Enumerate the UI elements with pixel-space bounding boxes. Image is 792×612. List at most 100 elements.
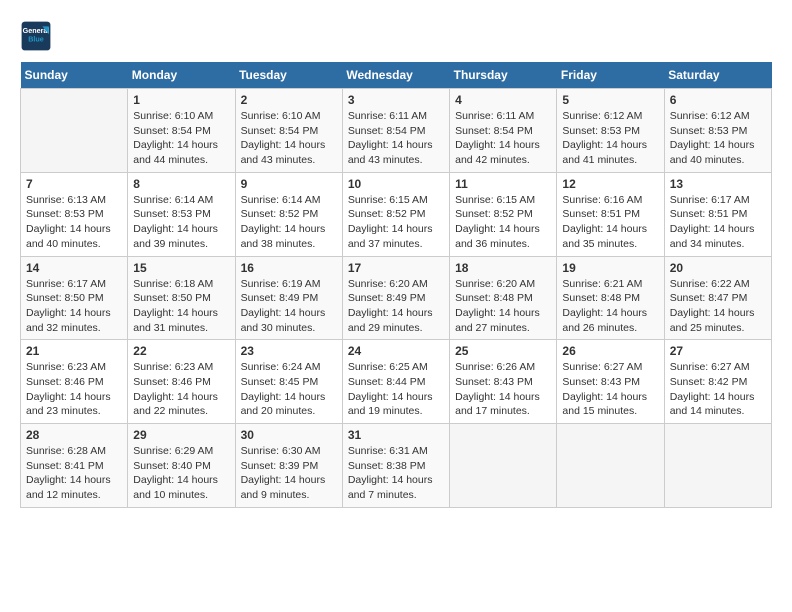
day-number: 15 xyxy=(133,261,229,275)
day-info: Sunrise: 6:25 AMSunset: 8:44 PMDaylight:… xyxy=(348,360,444,419)
day-number: 8 xyxy=(133,177,229,191)
week-row-2: 7Sunrise: 6:13 AMSunset: 8:53 PMDaylight… xyxy=(21,172,772,256)
day-info: Sunrise: 6:19 AMSunset: 8:49 PMDaylight:… xyxy=(241,277,337,336)
week-row-5: 28Sunrise: 6:28 AMSunset: 8:41 PMDayligh… xyxy=(21,424,772,508)
day-info: Sunrise: 6:20 AMSunset: 8:49 PMDaylight:… xyxy=(348,277,444,336)
day-number: 16 xyxy=(241,261,337,275)
day-info: Sunrise: 6:17 AMSunset: 8:51 PMDaylight:… xyxy=(670,193,766,252)
day-number: 29 xyxy=(133,428,229,442)
day-info: Sunrise: 6:18 AMSunset: 8:50 PMDaylight:… xyxy=(133,277,229,336)
logo: General Blue xyxy=(20,20,52,52)
day-info: Sunrise: 6:31 AMSunset: 8:38 PMDaylight:… xyxy=(348,444,444,503)
calendar-cell: 1 Sunrise: 6:10 AMSunset: 8:54 PMDaylight… xyxy=(128,89,235,173)
day-header-sunday: Sunday xyxy=(21,62,128,89)
day-info: Sunrise: 6:10 AMSunset: 8:54 PMDaylight:… xyxy=(133,109,229,168)
week-row-4: 21 Sunrise: 6:23 AMSunset: 8:46 PMDayligh… xyxy=(21,340,772,424)
calendar-cell: 18 Sunrise: 6:20 AMSunset: 8:48 PMDayligh… xyxy=(450,256,557,340)
calendar-cell: 3 Sunrise: 6:11 AMSunset: 8:54 PMDaylight… xyxy=(342,89,449,173)
day-info: Sunrise: 6:15 AMSunset: 8:52 PMDaylight:… xyxy=(348,193,444,252)
calendar-header-row: SundayMondayTuesdayWednesdayThursdayFrid… xyxy=(21,62,772,89)
calendar-cell: 22Sunrise: 6:23 AMSunset: 8:46 PMDayligh… xyxy=(128,340,235,424)
day-number: 19 xyxy=(562,261,658,275)
day-number: 18 xyxy=(455,261,551,275)
day-number: 9 xyxy=(241,177,337,191)
day-number: 10 xyxy=(348,177,444,191)
calendar-table: SundayMondayTuesdayWednesdayThursdayFrid… xyxy=(20,62,772,508)
calendar-cell: 11Sunrise: 6:15 AMSunset: 8:52 PMDayligh… xyxy=(450,172,557,256)
calendar-cell: 20 Sunrise: 6:22 AMSunset: 8:47 PMDayligh… xyxy=(664,256,771,340)
calendar-cell: 5 Sunrise: 6:12 AMSunset: 8:53 PMDaylight… xyxy=(557,89,664,173)
day-number: 30 xyxy=(241,428,337,442)
day-info: Sunrise: 6:12 AMSunset: 8:53 PMDaylight:… xyxy=(562,109,658,168)
day-number: 24 xyxy=(348,344,444,358)
calendar-cell: 7Sunrise: 6:13 AMSunset: 8:53 PMDaylight… xyxy=(21,172,128,256)
day-number: 20 xyxy=(670,261,766,275)
calendar-cell: 14 Sunrise: 6:17 AMSunset: 8:50 PMDayligh… xyxy=(21,256,128,340)
day-info: Sunrise: 6:11 AMSunset: 8:54 PMDaylight:… xyxy=(348,109,444,168)
calendar-cell: 17 Sunrise: 6:20 AMSunset: 8:49 PMDayligh… xyxy=(342,256,449,340)
calendar-cell: 2 Sunrise: 6:10 AMSunset: 8:54 PMDaylight… xyxy=(235,89,342,173)
day-number: 28 xyxy=(26,428,122,442)
day-number: 3 xyxy=(348,93,444,107)
day-header-friday: Friday xyxy=(557,62,664,89)
calendar-cell xyxy=(21,89,128,173)
day-number: 7 xyxy=(26,177,122,191)
day-info: Sunrise: 6:11 AMSunset: 8:54 PMDaylight:… xyxy=(455,109,551,168)
day-header-wednesday: Wednesday xyxy=(342,62,449,89)
day-info: Sunrise: 6:22 AMSunset: 8:47 PMDaylight:… xyxy=(670,277,766,336)
calendar-cell xyxy=(557,424,664,508)
day-info: Sunrise: 6:14 AMSunset: 8:52 PMDaylight:… xyxy=(241,193,337,252)
day-number: 12 xyxy=(562,177,658,191)
day-number: 13 xyxy=(670,177,766,191)
day-number: 27 xyxy=(670,344,766,358)
calendar-cell: 31Sunrise: 6:31 AMSunset: 8:38 PMDayligh… xyxy=(342,424,449,508)
day-number: 25 xyxy=(455,344,551,358)
day-info: Sunrise: 6:15 AMSunset: 8:52 PMDaylight:… xyxy=(455,193,551,252)
calendar-cell: 16 Sunrise: 6:19 AMSunset: 8:49 PMDayligh… xyxy=(235,256,342,340)
day-info: Sunrise: 6:17 AMSunset: 8:50 PMDaylight:… xyxy=(26,277,122,336)
day-info: Sunrise: 6:10 AMSunset: 8:54 PMDaylight:… xyxy=(241,109,337,168)
calendar-cell: 29 Sunrise: 6:29 AMSunset: 8:40 PMDayligh… xyxy=(128,424,235,508)
day-number: 1 xyxy=(133,93,229,107)
week-row-3: 14 Sunrise: 6:17 AMSunset: 8:50 PMDayligh… xyxy=(21,256,772,340)
day-info: Sunrise: 6:27 AMSunset: 8:42 PMDaylight:… xyxy=(670,360,766,419)
day-info: Sunrise: 6:20 AMSunset: 8:48 PMDaylight:… xyxy=(455,277,551,336)
day-info: Sunrise: 6:29 AMSunset: 8:40 PMDaylight:… xyxy=(133,444,229,503)
calendar-cell: 9 Sunrise: 6:14 AMSunset: 8:52 PMDaylight… xyxy=(235,172,342,256)
calendar-cell: 30 Sunrise: 6:30 AMSunset: 8:39 PMDayligh… xyxy=(235,424,342,508)
day-info: Sunrise: 6:21 AMSunset: 8:48 PMDaylight:… xyxy=(562,277,658,336)
day-header-saturday: Saturday xyxy=(664,62,771,89)
day-number: 4 xyxy=(455,93,551,107)
day-number: 2 xyxy=(241,93,337,107)
calendar-cell: 28Sunrise: 6:28 AMSunset: 8:41 PMDayligh… xyxy=(21,424,128,508)
calendar-cell: 26Sunrise: 6:27 AMSunset: 8:43 PMDayligh… xyxy=(557,340,664,424)
calendar-cell: 10 Sunrise: 6:15 AMSunset: 8:52 PMDayligh… xyxy=(342,172,449,256)
calendar-cell: 8Sunrise: 6:14 AMSunset: 8:53 PMDaylight… xyxy=(128,172,235,256)
day-number: 5 xyxy=(562,93,658,107)
day-info: Sunrise: 6:23 AMSunset: 8:46 PMDaylight:… xyxy=(26,360,122,419)
day-header-monday: Monday xyxy=(128,62,235,89)
day-number: 23 xyxy=(241,344,337,358)
calendar-cell: 25 Sunrise: 6:26 AMSunset: 8:43 PMDayligh… xyxy=(450,340,557,424)
calendar-cell: 23 Sunrise: 6:24 AMSunset: 8:45 PMDayligh… xyxy=(235,340,342,424)
page-header: General Blue xyxy=(20,20,772,52)
svg-text:Blue: Blue xyxy=(28,35,44,44)
day-info: Sunrise: 6:26 AMSunset: 8:43 PMDaylight:… xyxy=(455,360,551,419)
day-info: Sunrise: 6:24 AMSunset: 8:45 PMDaylight:… xyxy=(241,360,337,419)
day-number: 14 xyxy=(26,261,122,275)
day-info: Sunrise: 6:30 AMSunset: 8:39 PMDaylight:… xyxy=(241,444,337,503)
day-info: Sunrise: 6:12 AMSunset: 8:53 PMDaylight:… xyxy=(670,109,766,168)
calendar-cell: 13 Sunrise: 6:17 AMSunset: 8:51 PMDayligh… xyxy=(664,172,771,256)
day-number: 21 xyxy=(26,344,122,358)
day-info: Sunrise: 6:23 AMSunset: 8:46 PMDaylight:… xyxy=(133,360,229,419)
day-header-thursday: Thursday xyxy=(450,62,557,89)
calendar-cell: 4 Sunrise: 6:11 AMSunset: 8:54 PMDaylight… xyxy=(450,89,557,173)
day-number: 17 xyxy=(348,261,444,275)
calendar-cell: 6 Sunrise: 6:12 AMSunset: 8:53 PMDaylight… xyxy=(664,89,771,173)
logo-icon: General Blue xyxy=(20,20,52,52)
day-number: 6 xyxy=(670,93,766,107)
calendar-cell: 19 Sunrise: 6:21 AMSunset: 8:48 PMDayligh… xyxy=(557,256,664,340)
calendar-cell: 27 Sunrise: 6:27 AMSunset: 8:42 PMDayligh… xyxy=(664,340,771,424)
week-row-1: 1 Sunrise: 6:10 AMSunset: 8:54 PMDaylight… xyxy=(21,89,772,173)
day-info: Sunrise: 6:27 AMSunset: 8:43 PMDaylight:… xyxy=(562,360,658,419)
